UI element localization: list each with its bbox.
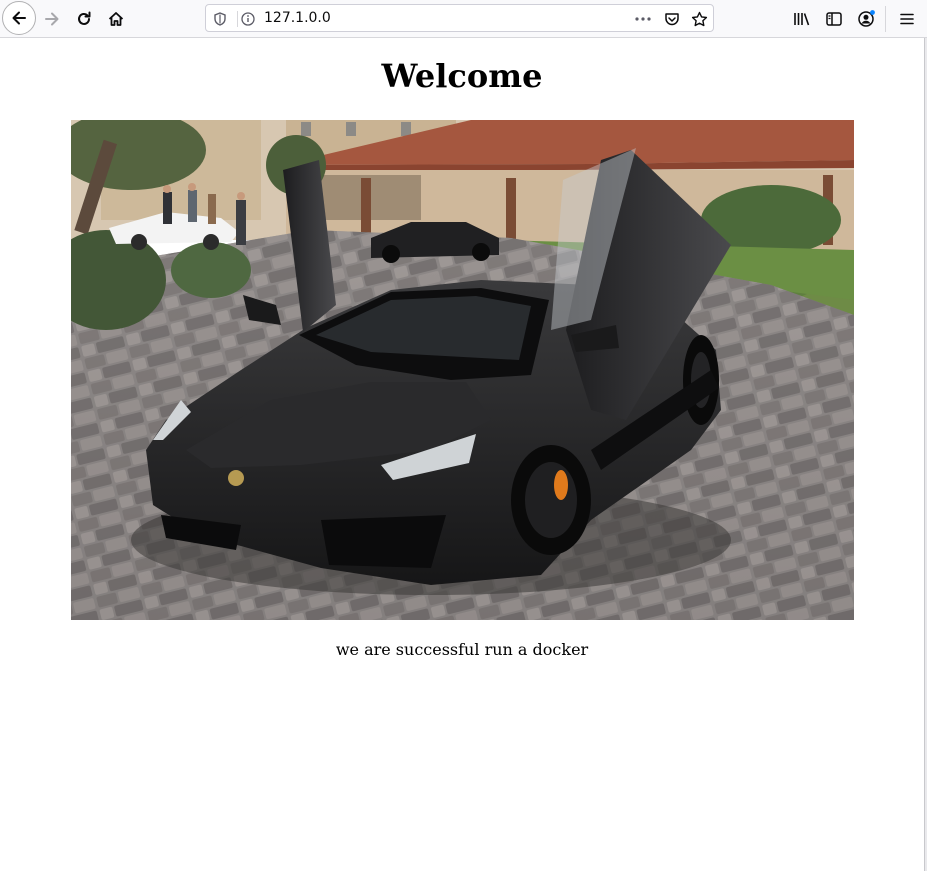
home-button[interactable] [100,3,132,35]
hamburger-menu-icon [900,13,914,25]
page-heading: Welcome [381,57,543,95]
page-actions-more-icon[interactable] [634,10,652,28]
home-icon [108,12,124,26]
page-content: Welcome we are successful run a docker [0,38,924,871]
url-bar[interactable]: 127.1.0.0 [205,4,714,32]
bookmark-star-icon[interactable] [690,10,708,28]
sidebar-icon [826,12,842,26]
account-icon [858,10,875,27]
car-photo [71,120,854,620]
forward-arrow-icon [45,12,59,26]
browser-toolbar: 127.1.0.0 [0,0,927,38]
forward-button[interactable] [36,3,68,35]
toolbar-separator [885,6,886,32]
account-button[interactable] [850,3,882,35]
library-icon [794,13,810,26]
menu-button[interactable] [891,3,923,35]
reload-button[interactable] [68,3,100,35]
notification-dot [870,10,875,15]
back-button[interactable] [2,1,36,35]
reload-icon [78,11,91,25]
url-text[interactable]: 127.1.0.0 [264,10,331,26]
library-button[interactable] [786,3,818,35]
back-arrow-icon [12,11,26,25]
pocket-icon[interactable] [663,10,681,28]
page-caption: we are successful run a docker [335,640,589,659]
url-separator [237,11,238,27]
site-info-icon[interactable] [239,10,257,28]
sidebar-button[interactable] [818,3,850,35]
tracking-shield-icon[interactable] [211,10,229,28]
